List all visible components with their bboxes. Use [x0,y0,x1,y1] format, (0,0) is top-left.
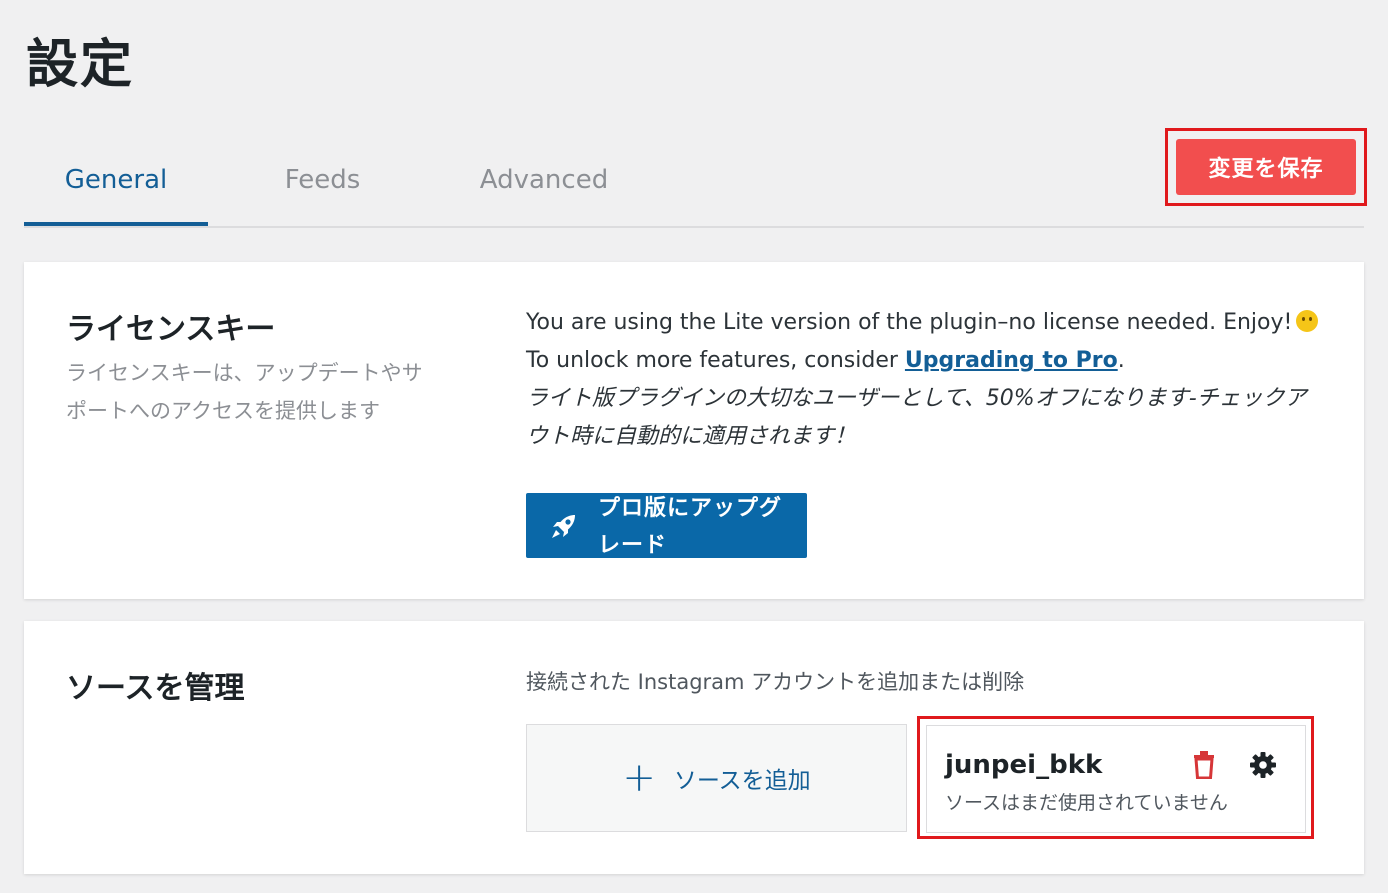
tab-advanced[interactable]: Advanced [464,130,624,224]
license-unlock-text: To unlock more features, consider [526,348,905,373]
page-title: 設定 [26,35,135,95]
smile-icon [1296,310,1319,332]
trash-icon[interactable] [1192,751,1216,783]
save-button[interactable]: 変更を保存 [1176,139,1356,195]
upgrade-button[interactable]: プロ版にアップグレード [526,493,807,558]
add-source-label: ソースを追加 [673,768,811,794]
rocket-icon [548,510,580,545]
plus-icon: + [622,755,656,801]
tab-general[interactable]: General [24,130,208,226]
license-info: You are using the Lite version of the pl… [526,304,1326,456]
tab-bar: General Feeds Advanced [24,130,1364,228]
license-unlock-suffix: . [1117,348,1125,373]
account-card: junpei_bkk ソースはまだ使用されていません [926,725,1306,833]
license-card: ライセンスキー ライセンスキーは、アップデートやサポートへのアクセスを提供します… [24,262,1364,599]
save-button-highlight: 変更を保存 [1165,128,1367,206]
upgrade-button-label: プロ版にアップグレード [598,495,783,557]
gear-icon[interactable] [1250,752,1276,782]
license-title: ライセンスキー [66,312,276,347]
sources-title: ソースを管理 [66,671,245,706]
license-lite-message: You are using the Lite version of the pl… [526,310,1293,335]
add-source-button[interactable]: + ソースを追加 [526,724,907,832]
license-promo: ライト版プラグインの大切なユーザーとして、50%オフになります-チェックアウト時… [526,386,1307,449]
upgrade-pro-link[interactable]: Upgrading to Pro [905,348,1118,373]
sources-description: 接続された Instagram アカウントを追加または削除 [526,670,1025,694]
license-description: ライセンスキーは、アップデートやサポートへのアクセスを提供します [66,361,423,423]
tab-feeds[interactable]: Feeds [254,130,391,224]
sources-card: ソースを管理 接続された Instagram アカウントを追加または削除 + ソ… [24,621,1364,874]
account-status: ソースはまだ使用されていません [945,792,1228,814]
account-card-highlight: junpei_bkk ソースはまだ使用されていません [917,716,1314,839]
account-name: junpei_bkk [945,750,1103,780]
